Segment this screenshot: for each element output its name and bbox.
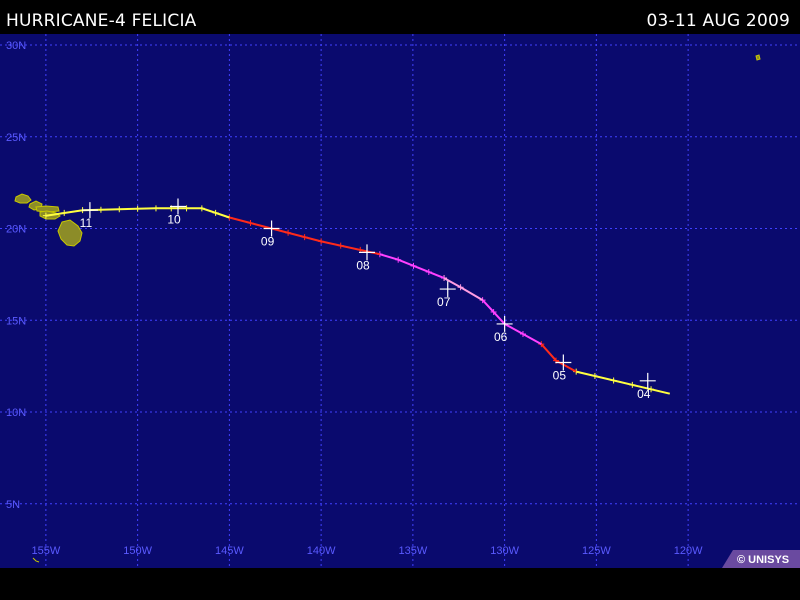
day-label: 05 xyxy=(553,368,567,382)
lon-label: 155W xyxy=(32,545,61,557)
day-label: 10 xyxy=(167,212,181,226)
day-label: 04 xyxy=(637,387,651,401)
lat-label: 15N xyxy=(6,315,26,327)
lon-label: 145W xyxy=(215,545,244,557)
lon-label: 130W xyxy=(490,545,519,557)
lat-label: 30N xyxy=(6,40,26,52)
day-label: 09 xyxy=(261,235,275,249)
credit-label: © UNISYS xyxy=(737,554,789,566)
lon-label: 135W xyxy=(399,545,428,557)
lon-label: 125W xyxy=(582,545,611,557)
islet-northwest xyxy=(755,54,761,61)
lat-label: 5N xyxy=(6,499,20,511)
ocean-background xyxy=(0,34,800,568)
lon-label: 150W xyxy=(123,545,152,557)
lat-label: 10N xyxy=(6,407,26,419)
day-label: 08 xyxy=(356,258,370,272)
day-label: 06 xyxy=(494,330,508,344)
lat-label: 25N xyxy=(6,132,26,144)
lon-label: 140W xyxy=(307,545,336,557)
lon-label: 120W xyxy=(674,545,703,557)
unisys-credit: © UNISYS xyxy=(722,550,800,568)
day-label: 07 xyxy=(437,295,451,309)
bottom-bar xyxy=(0,568,800,600)
track-map: 155W 150W 145W 140W 135W 130W 125W 120W 30N 25N 20… xyxy=(0,34,800,568)
lat-label: 20N xyxy=(6,224,26,236)
day-label: 11 xyxy=(80,216,93,230)
